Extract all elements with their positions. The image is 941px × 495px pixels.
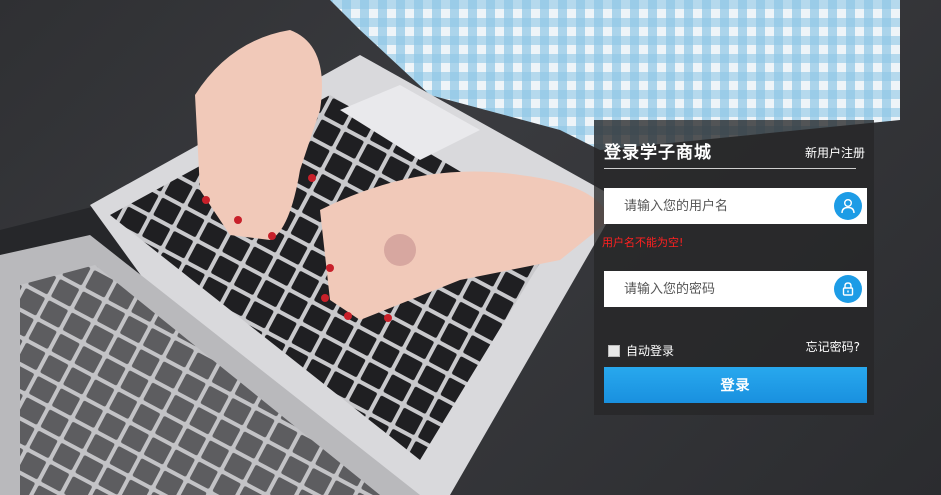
auto-login-option: 自动登录	[608, 342, 674, 359]
password-field	[604, 271, 867, 307]
forgot-password-link[interactable]: 忘记密码?	[806, 338, 860, 355]
user-icon	[834, 192, 862, 220]
password-input[interactable]	[604, 271, 819, 307]
login-panel: 登录学子商城 新用户注册 用户名不能为空! 自动登录 忘记密码? 登录	[594, 120, 874, 415]
auto-login-label: 自动登录	[626, 344, 675, 358]
login-button[interactable]: 登录	[604, 367, 867, 403]
login-title: 登录学子商城	[604, 143, 712, 163]
username-field	[604, 188, 867, 224]
lock-icon	[834, 275, 862, 303]
title-divider	[604, 168, 856, 169]
username-error: 用户名不能为空!	[602, 236, 684, 249]
username-input[interactable]	[604, 188, 819, 224]
register-link[interactable]: 新用户注册	[805, 144, 865, 161]
auto-login-checkbox[interactable]	[608, 344, 620, 357]
